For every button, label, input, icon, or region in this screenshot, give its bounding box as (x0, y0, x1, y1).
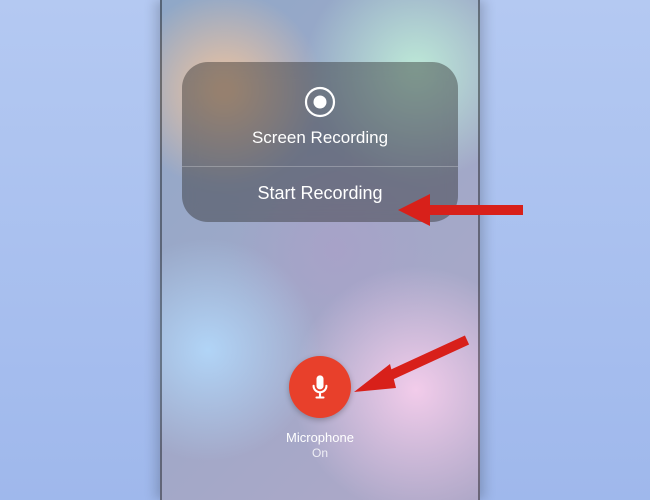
phone-screen: Screen Recording Start Recording Microph… (160, 0, 480, 500)
microphone-labels: Microphone On (286, 430, 354, 462)
microphone-label: Microphone (286, 430, 354, 447)
panel-action-row: Start Recording (182, 167, 458, 222)
record-icon (302, 84, 338, 120)
screen-recording-panel: Screen Recording Start Recording (182, 62, 458, 222)
panel-header: Screen Recording (182, 62, 458, 166)
microphone-icon (306, 373, 334, 401)
microphone-status: On (286, 446, 354, 462)
microphone-toggle-button[interactable] (289, 356, 351, 418)
start-recording-button[interactable]: Start Recording (257, 183, 382, 204)
panel-title: Screen Recording (192, 128, 448, 148)
